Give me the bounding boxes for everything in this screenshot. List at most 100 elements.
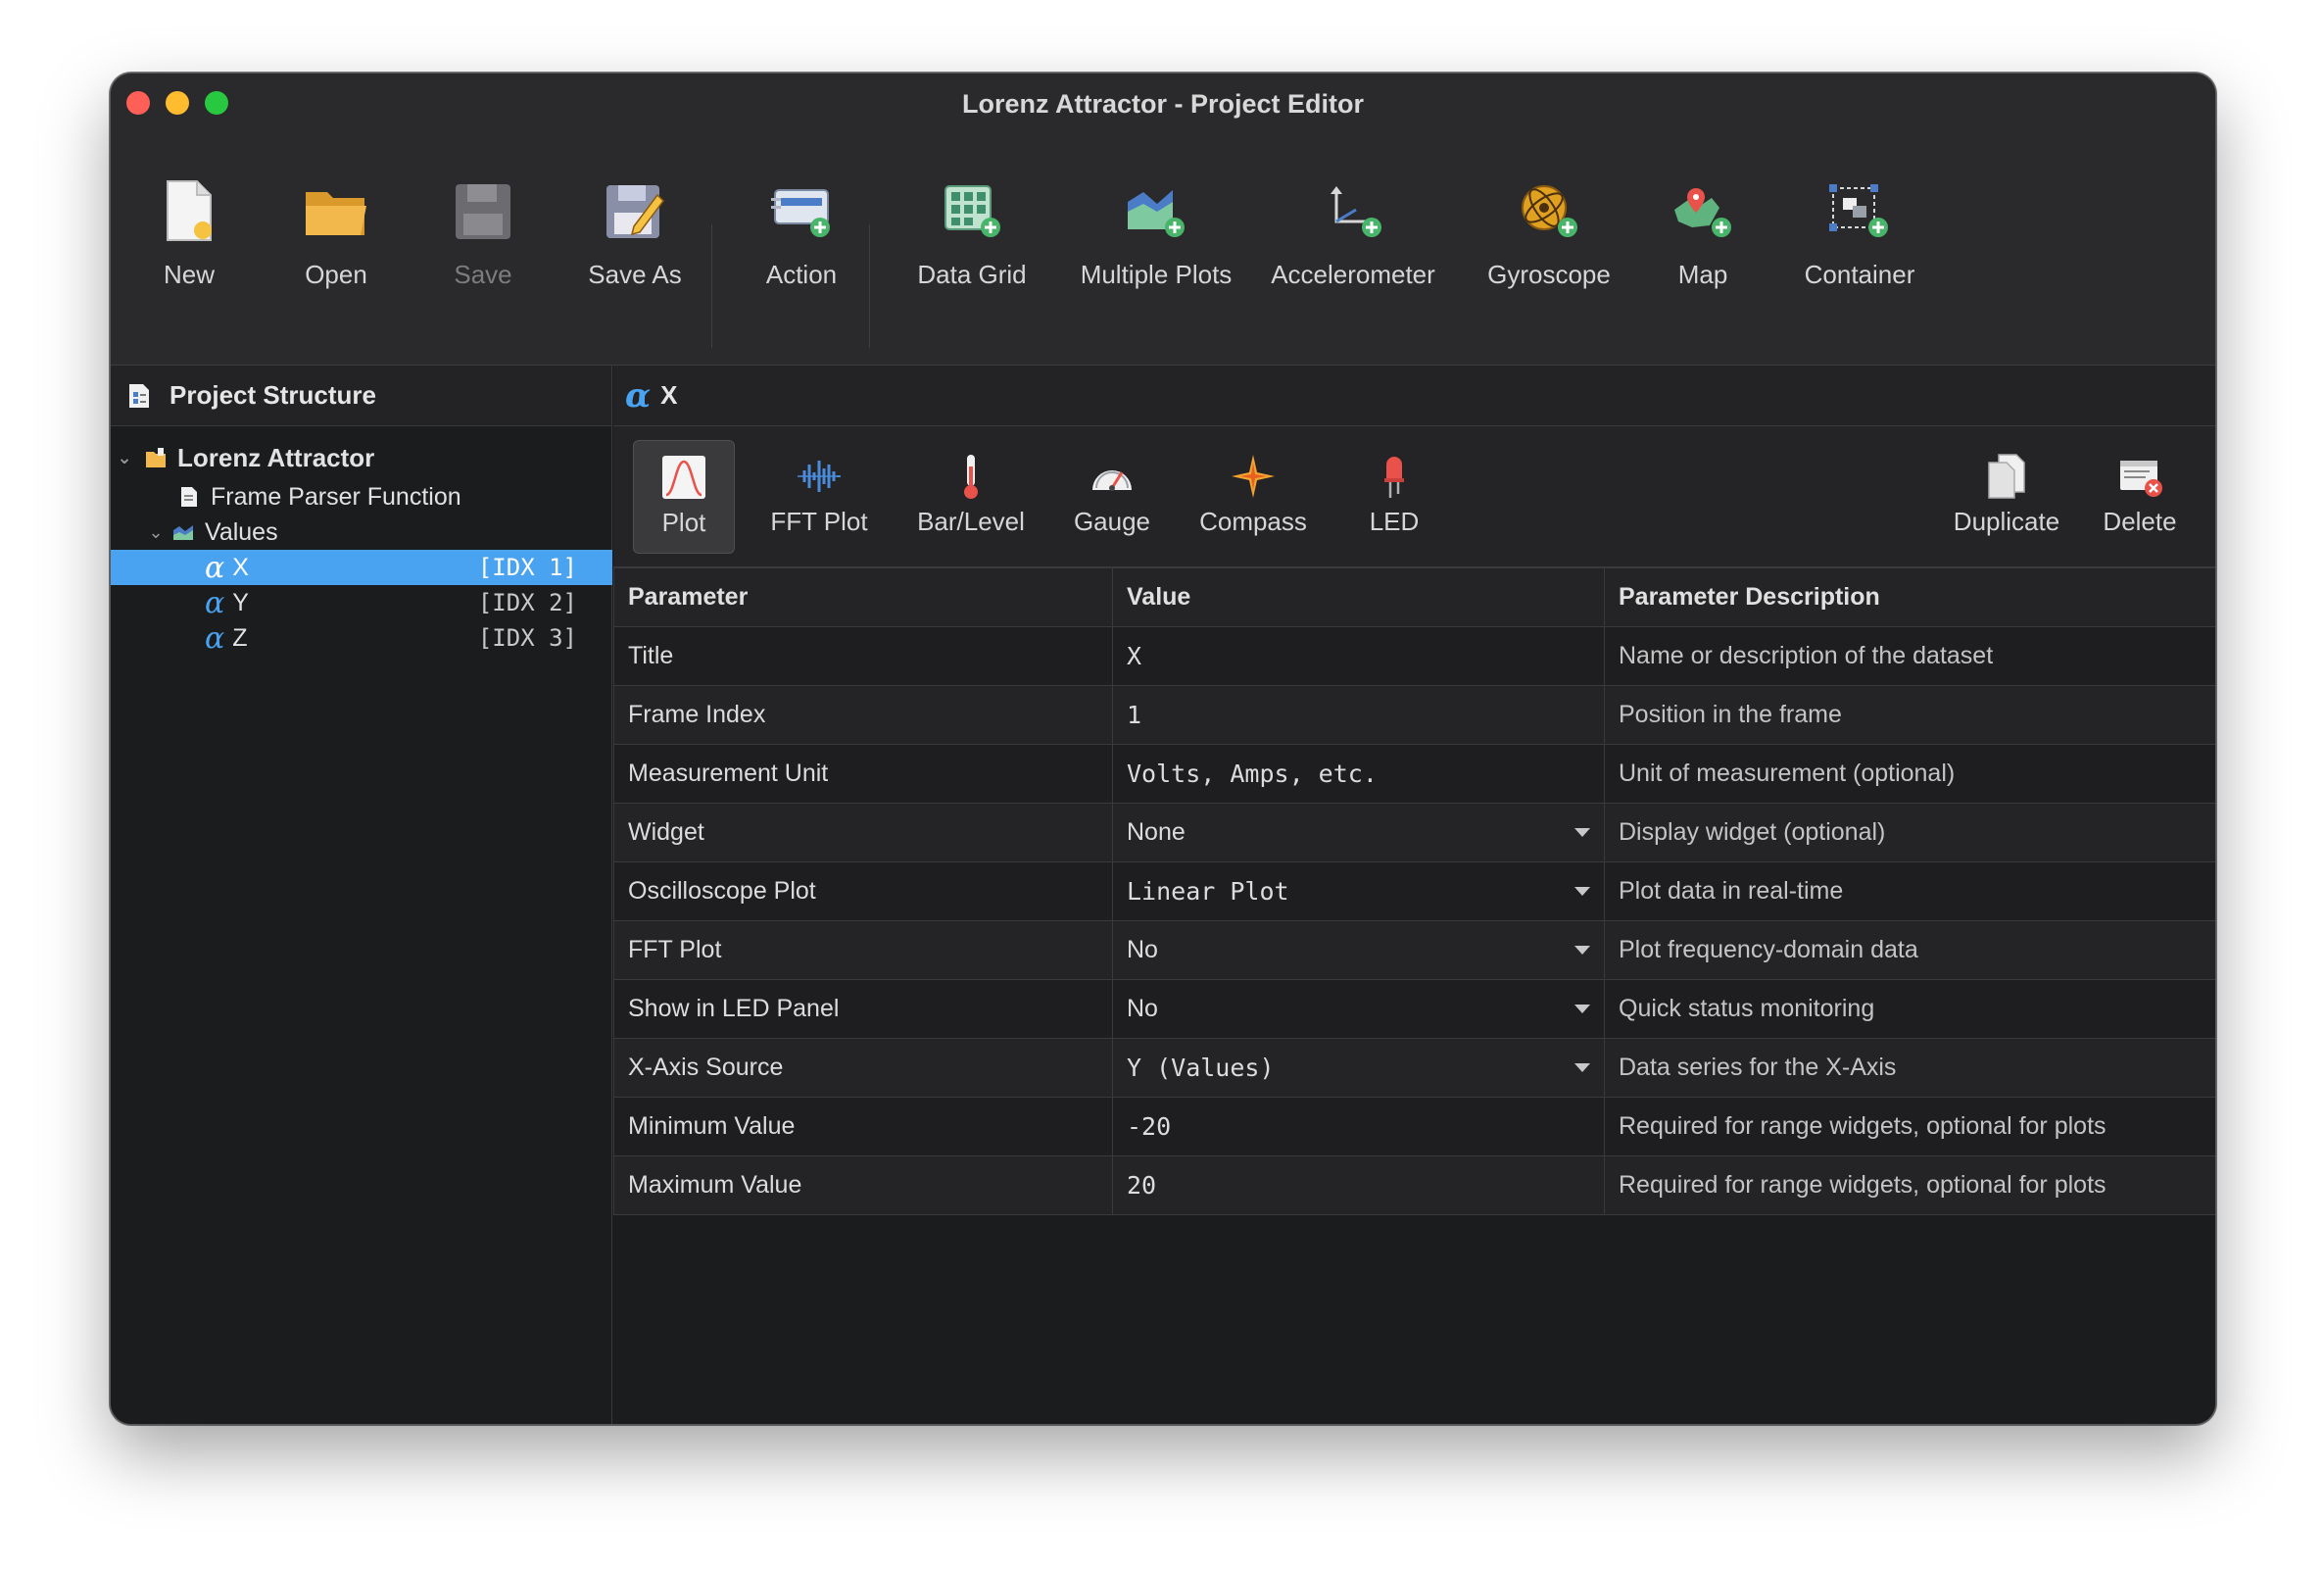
- plot-widget-button[interactable]: Plot: [633, 440, 735, 554]
- tree-item-project-root[interactable]: ⌄ Lorenz Attractor: [111, 440, 612, 475]
- tree-item-dataset-x[interactable]: α X [IDX 1]: [111, 550, 612, 585]
- gauge-widget-button[interactable]: Gauge: [1058, 440, 1166, 554]
- tree-item-dataset-y[interactable]: α Y [IDX 2]: [111, 585, 612, 620]
- select-value: No: [1127, 995, 1158, 1022]
- table-row: Show in LED Panel No Quick status monito…: [613, 979, 2215, 1039]
- delete-button[interactable]: Delete: [2091, 440, 2189, 554]
- dataset-alpha-icon: α: [205, 550, 225, 585]
- widget-toolbar: Plot FFT Plot Bar/Level Gauge Compass LE…: [613, 426, 2215, 567]
- column-header-parameter: Parameter: [613, 567, 1113, 627]
- param-name: Widget: [613, 803, 1113, 862]
- project-icon: [142, 444, 169, 471]
- container-button[interactable]: Container: [1786, 134, 1933, 366]
- led-panel-select[interactable]: No: [1112, 979, 1605, 1039]
- frame-index-field[interactable]: 1: [1112, 685, 1605, 745]
- param-name: Measurement Unit: [613, 744, 1113, 804]
- param-description: Required for range widgets, optional for…: [1604, 1155, 2215, 1215]
- param-name: X-Axis Source: [613, 1038, 1113, 1098]
- param-name: Minimum Value: [613, 1097, 1113, 1156]
- accelerometer-icon: [1319, 177, 1387, 246]
- select-value: None: [1127, 818, 1186, 846]
- tree-item-label: Lorenz Attractor: [177, 442, 375, 472]
- param-name: FFT Plot: [613, 920, 1113, 980]
- action-icon: [767, 177, 836, 246]
- tree-item-label: X: [232, 553, 249, 581]
- param-name: Maximum Value: [613, 1155, 1113, 1215]
- dropdown-arrow-icon: [1574, 1005, 1590, 1013]
- group-icon: [169, 518, 197, 546]
- tree-item-frame-parser[interactable]: Frame Parser Function: [111, 479, 612, 515]
- oscilloscope-plot-select[interactable]: Linear Plot: [1112, 861, 1605, 921]
- tree-item-index: [IDX 2]: [477, 589, 577, 616]
- param-description: Position in the frame: [1604, 685, 2215, 745]
- param-name: Title: [613, 626, 1113, 686]
- new-button[interactable]: New: [140, 134, 238, 366]
- title-field[interactable]: X: [1112, 626, 1605, 686]
- data-grid-icon: [938, 177, 1006, 246]
- dropdown-arrow-icon: [1574, 946, 1590, 955]
- widget-select[interactable]: None: [1112, 803, 1605, 862]
- table-header-row: Parameter Value Parameter Description: [613, 567, 2215, 627]
- fft-plot-select[interactable]: No: [1112, 920, 1605, 980]
- fft-plot-widget-button[interactable]: FFT Plot: [760, 440, 878, 554]
- param-description: Plot frequency-domain data: [1604, 920, 2215, 980]
- led-icon: [1365, 452, 1424, 501]
- dataset-editor-panel: α X Plot FFT Plot Bar/Level Gauge Compas…: [613, 366, 2215, 1424]
- fft-waveform-icon: [790, 452, 848, 501]
- x-axis-source-select[interactable]: Y (Values): [1112, 1038, 1605, 1098]
- table-row: FFT Plot No Plot frequency-domain data: [613, 920, 2215, 980]
- tree-item-index: [IDX 3]: [477, 624, 577, 652]
- tree-item-label: Values: [205, 517, 278, 546]
- toolbar-separator: [869, 224, 870, 348]
- chevron-down-icon[interactable]: ⌄: [115, 448, 134, 468]
- table-row: Minimum Value -20 Required for range wid…: [613, 1097, 2215, 1156]
- gyroscope-button[interactable]: Gyroscope: [1466, 134, 1632, 366]
- action-button[interactable]: Action: [738, 134, 865, 366]
- duplicate-button[interactable]: Duplicate: [1938, 440, 2075, 554]
- select-value: Linear Plot: [1127, 877, 1289, 906]
- tree-item-dataset-z[interactable]: α Z [IDX 3]: [111, 620, 612, 656]
- dropdown-arrow-icon: [1574, 1063, 1590, 1072]
- param-name: Show in LED Panel: [613, 979, 1113, 1039]
- save-button[interactable]: Save: [434, 134, 532, 366]
- param-description: Display widget (optional): [1604, 803, 2215, 862]
- param-description: Unit of measurement (optional): [1604, 744, 2215, 804]
- document-icon: [175, 483, 203, 511]
- select-value: No: [1127, 936, 1158, 963]
- accelerometer-button[interactable]: Accelerometer: [1255, 134, 1451, 366]
- led-widget-button[interactable]: LED: [1350, 440, 1438, 554]
- table-row: Widget None Display widget (optional): [613, 803, 2215, 862]
- maximum-value-field[interactable]: 20: [1112, 1155, 1605, 1215]
- table-row: Measurement Unit Volts, Amps, etc. Unit …: [613, 744, 2215, 804]
- main-toolbar: New Open Save Save As Action Data Grid M…: [111, 134, 2215, 366]
- multiple-plots-button[interactable]: Multiple Plots: [1053, 134, 1259, 366]
- table-row: Frame Index 1 Position in the frame: [613, 685, 2215, 745]
- param-description: Required for range widgets, optional for…: [1604, 1097, 2215, 1156]
- project-structure-icon: [124, 381, 154, 411]
- save-as-button[interactable]: Save As: [571, 134, 699, 366]
- compass-widget-button[interactable]: Compass: [1180, 440, 1327, 554]
- measurement-unit-field[interactable]: Volts, Amps, etc.: [1112, 744, 1605, 804]
- param-description: Name or description of the dataset: [1604, 626, 2215, 686]
- map-pin-icon: [1669, 177, 1737, 246]
- table-row: Title X Name or description of the datas…: [613, 626, 2215, 686]
- multiple-plots-icon: [1122, 177, 1190, 246]
- title-bar: Lorenz Attractor - Project Editor: [111, 74, 2215, 134]
- dropdown-arrow-icon: [1574, 887, 1590, 896]
- bar-level-widget-button[interactable]: Bar/Level: [897, 440, 1044, 554]
- open-button[interactable]: Open: [287, 134, 385, 366]
- tree-item-values-group[interactable]: ⌄ Values: [111, 515, 612, 550]
- data-grid-button[interactable]: Data Grid: [889, 134, 1055, 366]
- parameter-table: Parameter Value Parameter Description Ti…: [613, 567, 2215, 1215]
- floppy-disk-icon: [449, 177, 517, 246]
- delete-icon: [2110, 452, 2169, 501]
- map-button[interactable]: Map: [1644, 134, 1762, 366]
- tree-item-label: Frame Parser Function: [211, 482, 461, 511]
- param-description: Plot data in real-time: [1604, 861, 2215, 921]
- dropdown-arrow-icon: [1574, 828, 1590, 837]
- param-description: Quick status monitoring: [1604, 979, 2215, 1039]
- save-as-icon: [601, 177, 669, 246]
- project-editor-window: Lorenz Attractor - Project Editor New Op…: [110, 73, 2216, 1425]
- minimum-value-field[interactable]: -20: [1112, 1097, 1605, 1156]
- chevron-down-icon[interactable]: ⌄: [146, 522, 166, 543]
